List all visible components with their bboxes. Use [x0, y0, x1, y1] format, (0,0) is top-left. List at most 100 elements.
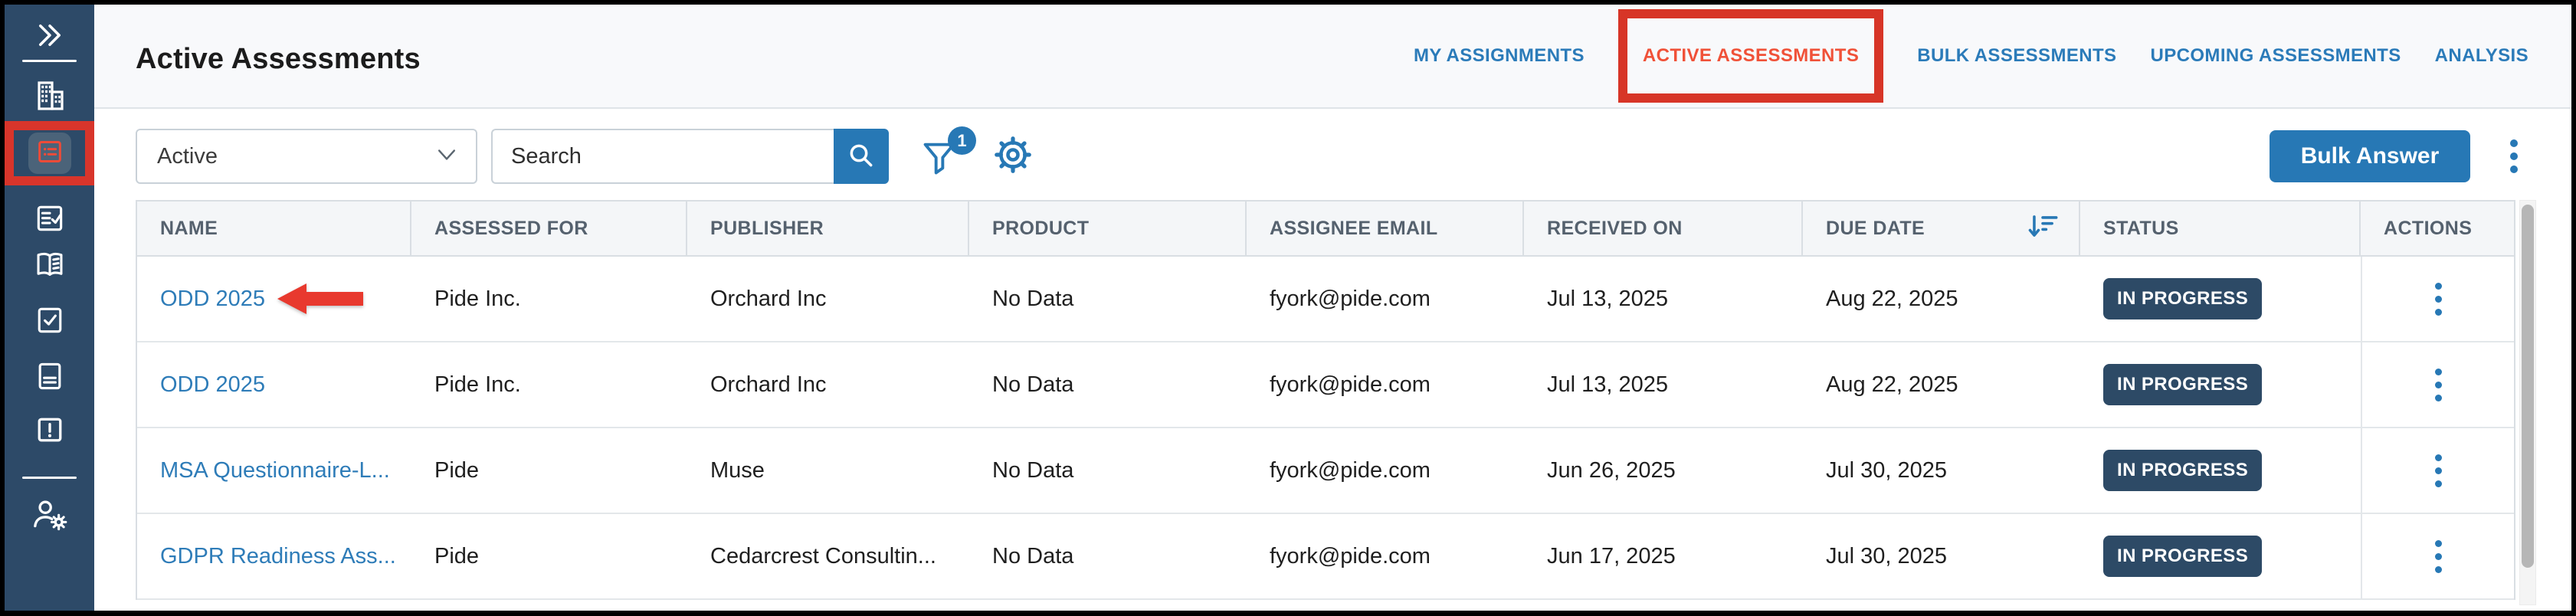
sidebar-item-checklist[interactable]: [5, 202, 94, 238]
sidebar-divider: [22, 60, 77, 62]
cell-received-on: Jul 13, 2025: [1524, 342, 1803, 427]
screenshot-border-left: [0, 0, 5, 616]
search-button[interactable]: [834, 129, 889, 184]
cell-due-date: Aug 22, 2025: [1803, 257, 2080, 341]
tab-analysis[interactable]: ANALYSIS: [2435, 45, 2528, 67]
cell-assessed-for: Pide: [411, 514, 687, 598]
table-scrollbar-track[interactable]: [2519, 200, 2536, 605]
cell-received-on: Jun 26, 2025: [1524, 428, 1803, 513]
table-row: ODD 2025 Pide Inc. Orchard Inc No Data f…: [137, 257, 2514, 342]
cell-product: No Data: [969, 342, 1247, 427]
cell-assignee-email: fyork@pide.com: [1247, 428, 1524, 513]
column-header-received-on[interactable]: RECEIVED ON: [1524, 202, 1803, 255]
table-row: GDPR Readiness Ass... Pide Cedarcrest Co…: [137, 514, 2514, 600]
toolbar-kebab-menu[interactable]: [2506, 135, 2522, 178]
sidebar-item-completed[interactable]: [5, 304, 94, 339]
toolbar: Active: [136, 129, 2528, 184]
chevron-down-icon: [438, 149, 456, 165]
sort-descending-icon[interactable]: [2027, 213, 2059, 244]
search-box: [491, 129, 889, 184]
status-badge: IN PROGRESS: [2103, 278, 2262, 319]
cell-assignee-email: fyork@pide.com: [1247, 514, 1524, 598]
column-header-due-date[interactable]: DUE DATE: [1803, 202, 2080, 255]
cell-actions: [2361, 342, 2514, 427]
cell-product: No Data: [969, 257, 1247, 341]
cell-due-date: Jul 30, 2025: [1803, 514, 2080, 598]
assessment-name-link[interactable]: GDPR Readiness Ass...: [160, 544, 396, 569]
bulk-answer-button[interactable]: Bulk Answer: [2270, 130, 2470, 182]
sidebar-item-issues[interactable]: [5, 414, 94, 449]
screenshot-border-right: [2571, 0, 2576, 616]
column-header-assignee-email[interactable]: ASSIGNEE EMAIL: [1247, 202, 1524, 255]
kebab-menu-icon: [2435, 454, 2442, 461]
app-screenshot: Active Assessments MY ASSIGNMENTS ACTIVE…: [0, 0, 2576, 616]
sidebar-item-user-admin[interactable]: [5, 496, 94, 535]
filter-count-badge: 1: [948, 126, 976, 155]
cell-name: GDPR Readiness Ass...: [137, 514, 411, 598]
status-filter-select[interactable]: Active: [136, 129, 477, 184]
status-badge: IN PROGRESS: [2103, 364, 2262, 405]
table-row: MSA Questionnaire-L... Pide Muse No Data…: [137, 428, 2514, 514]
page-title: Active Assessments: [136, 43, 421, 76]
annotation-box-active-assessments-tab: ACTIVE ASSESSMENTS: [1618, 9, 1883, 103]
tab-upcoming-assessments[interactable]: UPCOMING ASSESSMENTS: [2150, 45, 2401, 67]
column-header-publisher[interactable]: PUBLISHER: [687, 202, 969, 255]
table-header-row: NAME ASSESSED FOR PUBLISHER PRODUCT ASSI…: [137, 202, 2514, 257]
cell-actions: [2361, 428, 2514, 513]
cell-actions: [2361, 514, 2514, 598]
tab-my-assignments[interactable]: MY ASSIGNMENTS: [1414, 45, 1585, 67]
box-alert-icon: [33, 413, 67, 451]
assessment-list-icon: [34, 136, 65, 171]
cell-assignee-email: fyork@pide.com: [1247, 342, 1524, 427]
screenshot-border-bottom: [0, 611, 2576, 616]
gear-icon: [993, 135, 1033, 179]
cell-publisher: Orchard Inc: [687, 257, 969, 341]
column-header-actions: ACTIONS: [2361, 202, 2514, 255]
table-row: ODD 2025 Pide Inc. Orchard Inc No Data f…: [137, 342, 2514, 428]
table-scrollbar-thumb[interactable]: [2522, 205, 2534, 568]
sidebar-expand-button[interactable]: [5, 20, 94, 54]
column-header-assessed-for[interactable]: ASSESSED FOR: [411, 202, 687, 255]
status-filter-value: Active: [157, 144, 218, 169]
book-icon: [32, 247, 67, 286]
column-header-status[interactable]: STATUS: [2080, 202, 2361, 255]
assessment-name-link[interactable]: ODD 2025: [160, 287, 265, 312]
cell-received-on: Jul 13, 2025: [1524, 257, 1803, 341]
assessment-name-link[interactable]: ODD 2025: [160, 372, 265, 398]
cell-actions: [2361, 257, 2514, 341]
sidebar-item-documents[interactable]: [5, 360, 94, 395]
kebab-menu-icon: [2435, 369, 2442, 375]
kebab-menu-icon: [2510, 139, 2518, 147]
cell-due-date: Jul 30, 2025: [1803, 428, 2080, 513]
sidebar-item-companies[interactable]: [5, 79, 94, 116]
annotation-box-sidebar-assessments: [5, 121, 94, 185]
filter-button[interactable]: 1: [919, 129, 965, 183]
row-actions-menu[interactable]: [2430, 536, 2447, 578]
search-input[interactable]: [491, 129, 834, 184]
assessment-name-link[interactable]: MSA Questionnaire-L...: [160, 458, 390, 483]
cell-name: ODD 2025: [137, 257, 411, 341]
row-actions-menu[interactable]: [2430, 450, 2447, 492]
row-actions-menu[interactable]: [2430, 278, 2447, 320]
column-header-name[interactable]: NAME: [137, 202, 411, 255]
table-settings-button[interactable]: [993, 135, 1033, 179]
cell-publisher: Orchard Inc: [687, 342, 969, 427]
document-icon: [33, 359, 67, 397]
tab-bulk-assessments[interactable]: BULK ASSESSMENTS: [1917, 45, 2116, 67]
search-icon: [846, 140, 877, 173]
assessments-table: NAME ASSESSED FOR PUBLISHER PRODUCT ASSI…: [136, 200, 2515, 600]
cell-product: No Data: [969, 514, 1247, 598]
column-header-product[interactable]: PRODUCT: [969, 202, 1247, 255]
status-badge: IN PROGRESS: [2103, 450, 2262, 491]
cell-assignee-email: fyork@pide.com: [1247, 257, 1524, 341]
sidebar-item-library[interactable]: [5, 248, 94, 283]
page-header: Active Assessments MY ASSIGNMENTS ACTIVE…: [94, 5, 2571, 109]
cell-due-date: Aug 22, 2025: [1803, 342, 2080, 427]
tab-active-assessments[interactable]: ACTIVE ASSESSMENTS: [1643, 45, 1859, 67]
sidebar-item-assessments-active[interactable]: [28, 133, 71, 174]
cell-product: No Data: [969, 428, 1247, 513]
row-actions-menu[interactable]: [2430, 364, 2447, 406]
building-icon: [31, 77, 68, 118]
cell-name: MSA Questionnaire-L...: [137, 428, 411, 513]
document-check-icon: [33, 303, 67, 341]
